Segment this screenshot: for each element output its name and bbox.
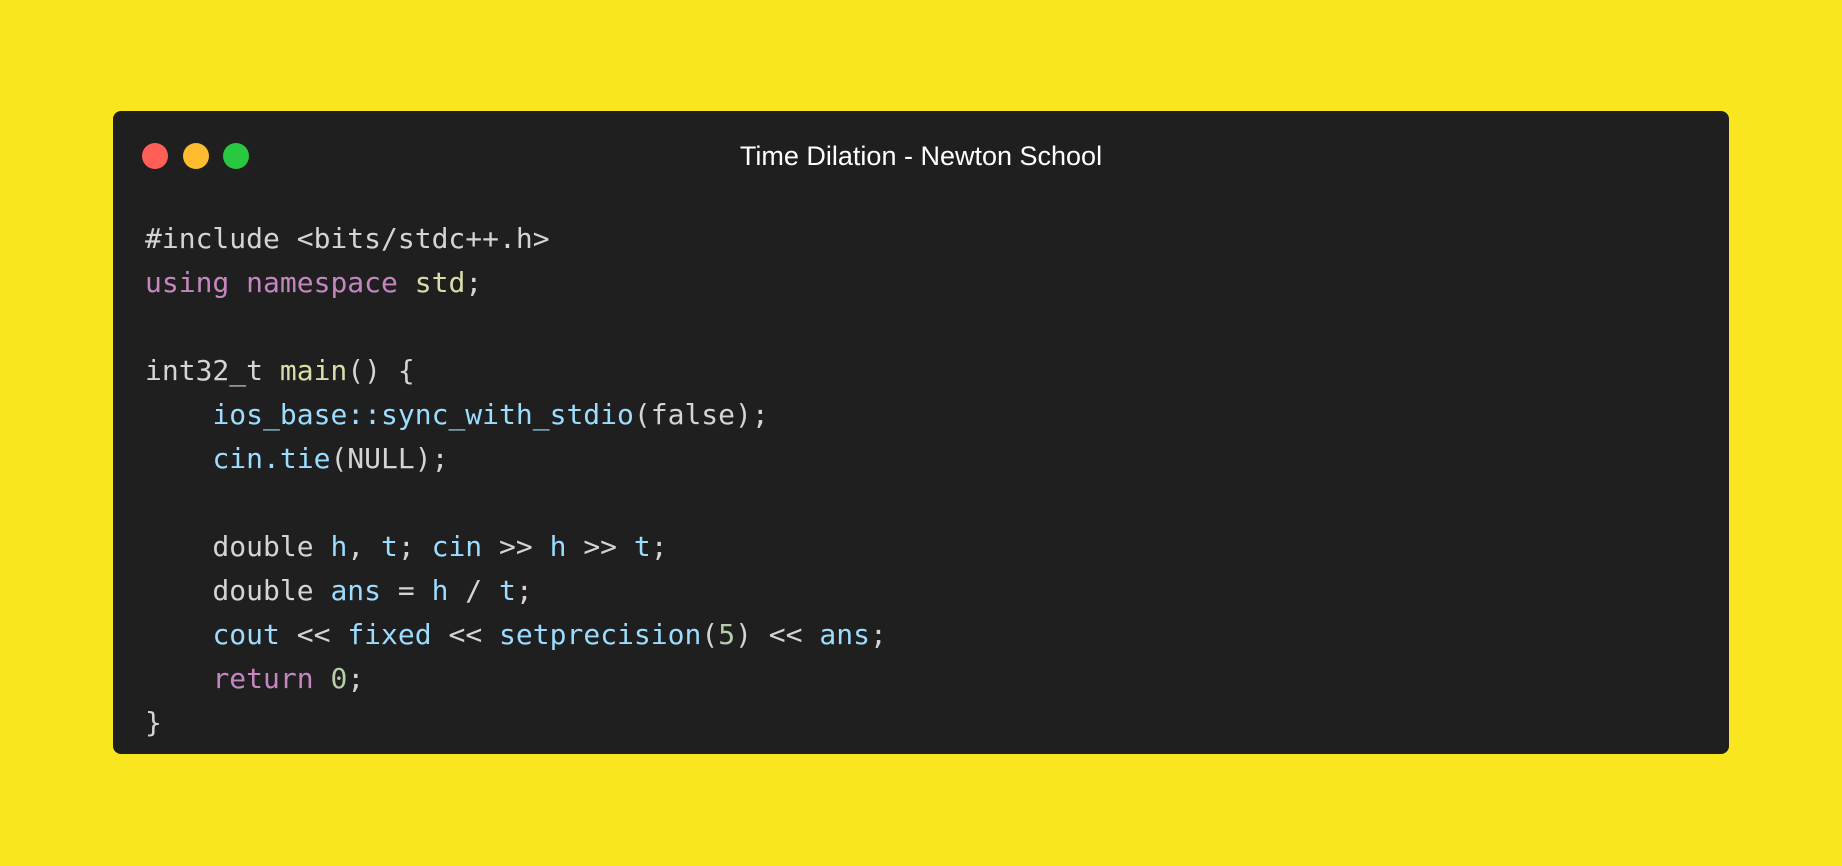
code-window: Time Dilation - Newton School #include <… <box>113 111 1729 754</box>
code-token: double <box>145 530 331 563</box>
code-token: #include <bits/stdc++.h> <box>145 222 550 255</box>
code-token: t <box>499 574 516 607</box>
code-token: main <box>279 354 348 387</box>
code-token: using <box>145 266 230 299</box>
code-token: () { <box>347 354 415 387</box>
code-line: int32_t main() { <box>145 349 887 393</box>
code-token: cin.tie <box>212 442 331 475</box>
code-token: h <box>330 530 348 563</box>
code-token: / <box>448 574 500 607</box>
code-token: h <box>431 574 449 607</box>
code-token: 5 <box>718 618 736 651</box>
code-token: ; <box>650 530 668 563</box>
code-token: t <box>381 530 398 563</box>
code-token: ; <box>465 266 483 299</box>
code-token: (NULL); <box>330 442 449 475</box>
code-line: return 0; <box>145 657 887 701</box>
code-token: } <box>145 706 162 739</box>
code-token: << <box>279 618 348 651</box>
code-line: #include <bits/stdc++.h> <box>145 217 887 261</box>
code-token: cin <box>431 530 483 563</box>
code-block: #include <bits/stdc++.h> using namespace … <box>145 217 887 745</box>
code-token: double <box>145 574 331 607</box>
code-line: double h, t; cin >> h >> t; <box>145 525 887 569</box>
code-token: t <box>633 530 651 563</box>
code-line: double ans = h / t; <box>145 569 887 613</box>
code-line: cout << fixed << setprecision(5) << ans; <box>145 613 887 657</box>
code-line: using namespace std; <box>145 261 887 305</box>
window-titlebar: Time Dilation - Newton School <box>113 111 1729 199</box>
code-token: namespace <box>246 266 398 299</box>
code-token: ios_base::sync_with_stdio <box>212 398 634 431</box>
code-token: >> <box>482 530 550 563</box>
code-token: ans <box>330 574 382 607</box>
code-token: fixed <box>347 618 432 651</box>
code-token: , <box>347 530 382 563</box>
code-token: ) << <box>735 618 820 651</box>
code-token: 0 <box>330 662 348 695</box>
code-token: << <box>431 618 500 651</box>
code-token: ; <box>397 530 432 563</box>
code-token: h <box>549 530 567 563</box>
code-token: ; <box>515 574 533 607</box>
code-token: ; <box>869 618 887 651</box>
code-token: int32_t <box>145 354 280 387</box>
code-token: ( <box>701 618 719 651</box>
code-token: std <box>414 266 466 299</box>
code-token: ans <box>819 618 870 651</box>
code-line: } <box>145 701 887 745</box>
code-token: >> <box>566 530 634 563</box>
window-title: Time Dilation - Newton School <box>739 141 1103 171</box>
code-line: cin.tie(NULL); <box>145 437 887 481</box>
code-token: ; <box>347 662 365 695</box>
code-token: cout <box>212 618 280 651</box>
code-token: = <box>381 574 432 607</box>
code-token: return <box>212 662 314 695</box>
code-token: setprecision <box>499 618 702 651</box>
code-token: (false); <box>633 398 769 431</box>
code-line: ios_base::sync_with_stdio(false); <box>145 393 887 437</box>
